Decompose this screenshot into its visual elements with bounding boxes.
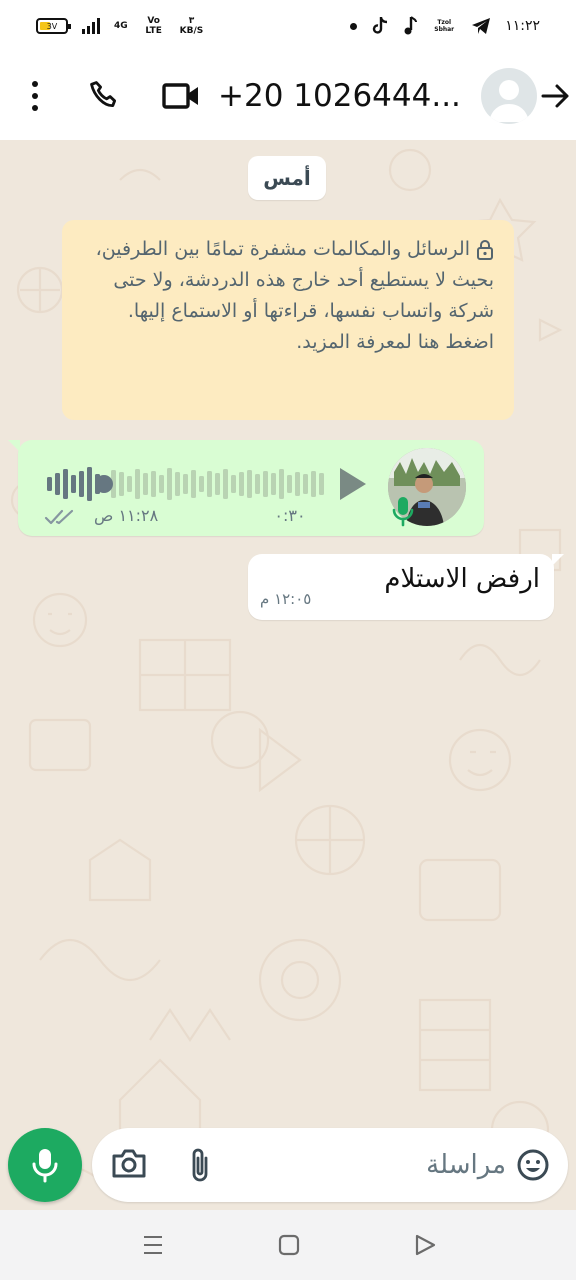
waveform-bar <box>159 475 164 493</box>
waveform-bar <box>239 472 244 496</box>
waveform-bar <box>295 472 300 496</box>
waveform-bar <box>199 476 204 492</box>
waveform-bar <box>311 471 316 497</box>
data-speed: ٣ KB/S <box>180 16 204 36</box>
waveform-bar <box>127 476 132 492</box>
waveform-bar <box>319 473 324 495</box>
back-nav-icon[interactable] <box>412 1232 438 1258</box>
telegram-icon <box>472 18 491 34</box>
encryption-notice[interactable]: الرسائل والمكالمات مشفرة تمامًا بين الطر… <box>62 220 514 420</box>
recent-apps-icon[interactable] <box>140 1232 166 1258</box>
message-composer <box>92 1128 568 1202</box>
waveform-bar <box>207 471 212 497</box>
waveform-bar <box>223 469 228 499</box>
avatar[interactable] <box>481 68 537 124</box>
tiktok-icon <box>373 17 388 34</box>
voice-duration: ٠:٣٠ <box>274 506 306 525</box>
signal-icon <box>82 18 100 34</box>
waveform-bar <box>255 474 260 494</box>
voice-waveform[interactable] <box>46 466 326 502</box>
waveform-bar <box>63 469 68 499</box>
home-icon[interactable] <box>276 1232 302 1258</box>
date-chip: أمس <box>248 156 326 200</box>
video-call-icon[interactable] <box>160 76 202 116</box>
data-speed-unit: KB/S <box>179 26 204 36</box>
system-nav-bar <box>0 1210 576 1280</box>
data-speed-value: ٣ <box>188 16 195 26</box>
waveform-bar <box>263 471 268 497</box>
waveform-bar <box>215 473 220 495</box>
waveform-bar <box>279 469 284 499</box>
waveform-bar <box>151 471 156 497</box>
waveform-bar <box>247 470 252 498</box>
mic-icon <box>32 1149 58 1183</box>
waveform-bar <box>287 475 292 493</box>
waveform-bar <box>143 473 148 495</box>
waveform-bar <box>303 474 308 494</box>
camera-icon[interactable] <box>110 1146 150 1184</box>
mic-badge-icon <box>390 494 416 528</box>
waveform-scrubber[interactable] <box>95 475 113 493</box>
status-bar: 3V 4G Vo LTE ٣ KB/S Tzol Sbhar ١١:٢٢ <box>0 0 576 52</box>
chat-header: +20 1026444... <box>0 52 576 140</box>
battery-icon: 3V <box>36 18 71 34</box>
phone-icon[interactable] <box>84 76 124 116</box>
waveform-bar <box>167 468 172 500</box>
network-type: 4G <box>114 21 128 31</box>
message-timestamp: ١٢:٠٥ م <box>260 590 312 608</box>
tzfr-label: Tzol Sbhar <box>434 19 455 33</box>
music-note-icon <box>404 16 418 35</box>
encryption-notice-text: الرسائل والمكالمات مشفرة تمامًا بين الطر… <box>95 238 494 353</box>
status-time: ١١:٢٢ <box>505 18 540 34</box>
emoji-icon[interactable] <box>516 1148 550 1182</box>
back-arrow-icon[interactable] <box>538 78 572 114</box>
lock-icon <box>477 239 493 260</box>
waveform-bar <box>55 473 60 495</box>
waveform-bar <box>119 472 124 496</box>
voice-timestamp: ١١:٢٨ ص <box>94 506 159 525</box>
waveform-bar <box>47 477 52 491</box>
notification-dot-icon <box>350 22 358 30</box>
waveform-bar <box>87 467 92 501</box>
voice-message[interactable]: ٠:٣٠ ١١:٢٨ ص <box>8 440 484 536</box>
read-ticks-icon <box>44 508 78 526</box>
mic-button[interactable] <box>8 1128 82 1202</box>
more-vert-icon[interactable] <box>22 76 48 116</box>
waveform-bar <box>191 470 196 498</box>
waveform-bar <box>175 472 180 496</box>
chat-area[interactable]: أمس الرسائل والمكالمات مشفرة تمامًا بين … <box>0 140 576 1210</box>
attach-icon[interactable] <box>186 1146 214 1184</box>
waveform-bar <box>79 471 84 497</box>
volte-label: Vo LTE <box>145 16 162 36</box>
message-input[interactable] <box>242 1140 506 1190</box>
waveform-bar <box>271 473 276 495</box>
status-right: Tzol Sbhar ١١:٢٢ <box>350 16 540 36</box>
play-button[interactable] <box>328 462 372 506</box>
waveform-bar <box>231 475 236 493</box>
waveform-bar <box>71 475 76 493</box>
contact-name[interactable]: +20 1026444... <box>218 74 468 118</box>
battery-label: 3V <box>46 21 58 31</box>
message-text: ارفض الاستلام <box>384 564 540 594</box>
incoming-message[interactable]: ارفض الاستلام ١٢:٠٥ م <box>248 554 564 620</box>
status-left: 3V 4G Vo LTE ٣ KB/S <box>36 16 203 36</box>
waveform-bar <box>135 469 140 499</box>
waveform-bar <box>183 474 188 494</box>
